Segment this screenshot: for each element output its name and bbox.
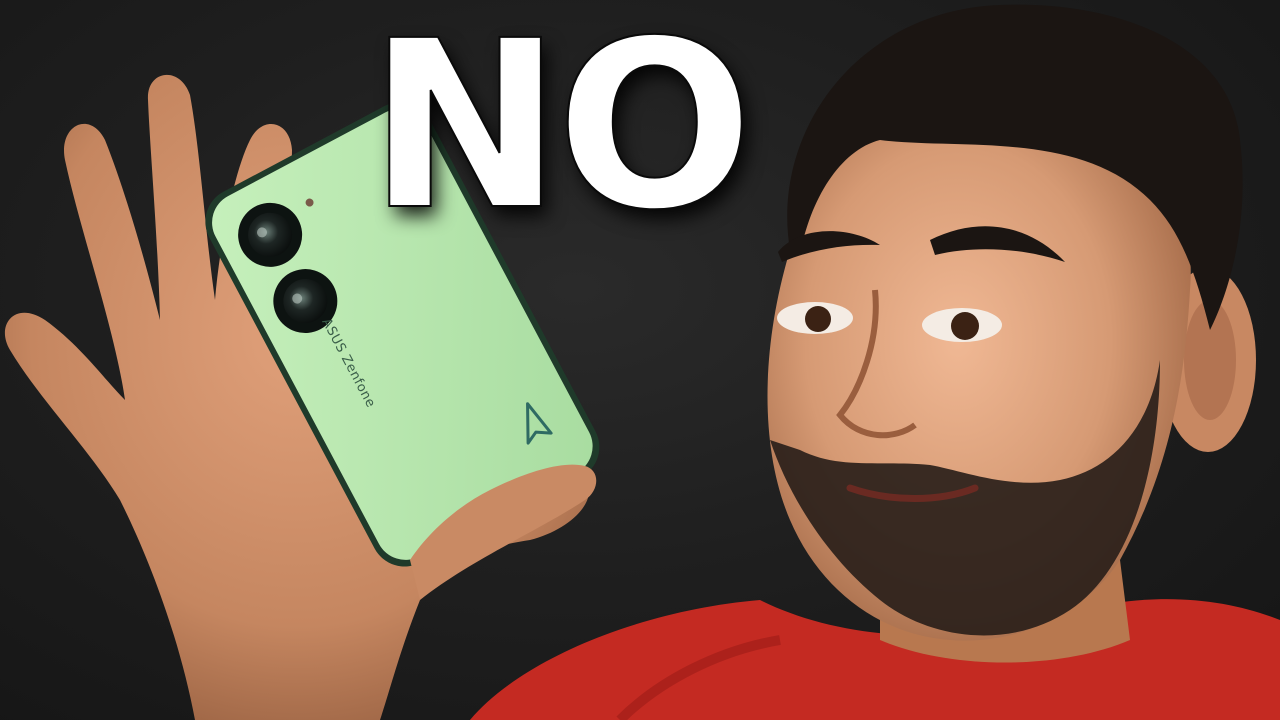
thumbnail-scene: ASUS Zenfone NO xyxy=(0,0,1280,720)
headline-text: NO xyxy=(367,0,754,261)
